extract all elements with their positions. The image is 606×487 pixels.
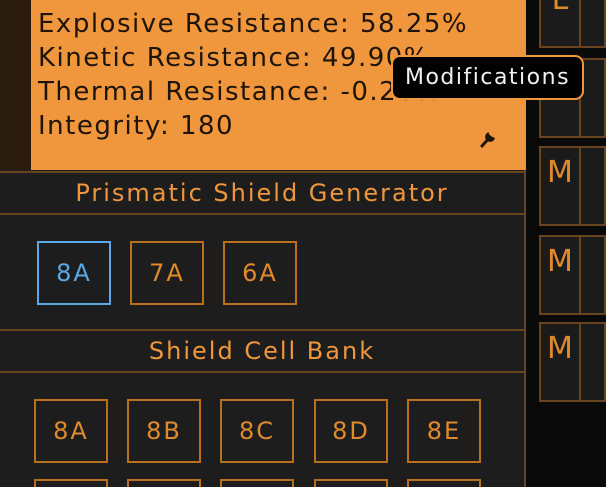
stat-thermal-resistance: Thermal Resistance: -0.20% bbox=[38, 77, 442, 107]
slot-medium[interactable]: M bbox=[539, 235, 581, 315]
slot-detail[interactable] bbox=[581, 58, 606, 138]
cell-bank-grade-8e-button[interactable]: 8E bbox=[407, 399, 481, 463]
slot-medium[interactable]: M bbox=[539, 322, 581, 402]
slot-size-label: M bbox=[547, 331, 573, 366]
slot-detail[interactable] bbox=[581, 0, 606, 48]
slot-medium[interactable]: M bbox=[539, 146, 581, 226]
stat-kinetic-resistance: Kinetic Resistance: 49.90% bbox=[38, 43, 430, 73]
generator-grade-6a-button[interactable]: 6A bbox=[223, 241, 297, 305]
cell-bank-grade-8b-button[interactable]: 8B bbox=[127, 399, 201, 463]
cell-bank-grade-8a-button[interactable]: 8A bbox=[34, 399, 108, 463]
slot-detail[interactable] bbox=[581, 146, 606, 226]
slot-large[interactable]: L bbox=[539, 0, 581, 48]
module-selection-panel: Prismatic Shield Generator 8A 7A 6A Shie… bbox=[0, 170, 526, 487]
cell-bank-section-title: Shield Cell Bank bbox=[0, 329, 524, 373]
cell-bank-grade-button-next-row[interactable] bbox=[127, 479, 201, 487]
cell-bank-grade-button-next-row[interactable] bbox=[220, 479, 294, 487]
slot-detail[interactable] bbox=[581, 322, 606, 402]
slot-size-label: M bbox=[547, 155, 573, 190]
generator-grade-8a-button[interactable]: 8A bbox=[37, 241, 111, 305]
stat-integrity: Integrity: 180 bbox=[38, 111, 235, 141]
stat-explosive-resistance: Explosive Resistance: 58.25% bbox=[38, 9, 469, 39]
cell-bank-grade-8d-button[interactable]: 8D bbox=[314, 399, 388, 463]
cell-bank-grade-button-next-row[interactable] bbox=[407, 479, 481, 487]
generator-grade-7a-button[interactable]: 7A bbox=[130, 241, 204, 305]
slot-detail[interactable] bbox=[581, 235, 606, 315]
left-edge-strip bbox=[0, 0, 31, 170]
cell-bank-grade-8c-button[interactable]: 8C bbox=[220, 399, 294, 463]
cell-bank-grade-button-next-row[interactable] bbox=[34, 479, 108, 487]
slot-size-label: M bbox=[547, 244, 573, 279]
slot-size-label: L bbox=[552, 0, 569, 17]
cell-bank-grade-button-next-row[interactable] bbox=[314, 479, 388, 487]
modifications-tooltip: Modifications bbox=[391, 55, 584, 100]
generator-section-title: Prismatic Shield Generator bbox=[0, 171, 524, 215]
wrench-icon[interactable] bbox=[475, 124, 501, 150]
